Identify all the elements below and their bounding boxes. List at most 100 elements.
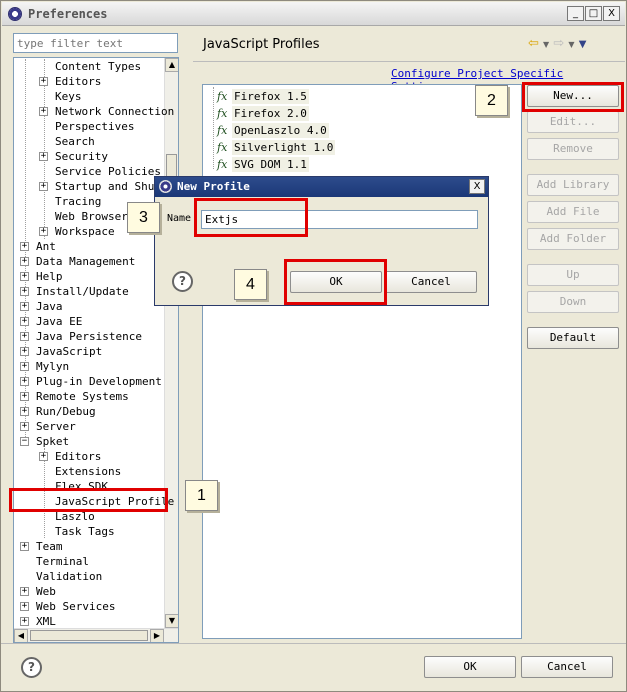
expand-icon[interactable]: + xyxy=(20,602,29,611)
expand-icon[interactable]: + xyxy=(20,407,29,416)
tree-item[interactable]: + Run/Debug xyxy=(14,404,164,419)
tree-item-label: Perspectives xyxy=(55,120,135,133)
dialog-close-button[interactable]: X xyxy=(469,179,485,194)
tree-item[interactable]: + Team xyxy=(14,539,164,554)
tree-item[interactable]: + Data Management xyxy=(14,254,164,269)
tree-item[interactable]: Validation xyxy=(14,569,164,584)
edit-button[interactable]: Edit... xyxy=(527,111,619,133)
expand-icon[interactable]: + xyxy=(20,542,29,551)
profile-label: SVG DOM 1.1 xyxy=(232,157,309,172)
tree-item[interactable]: + XML xyxy=(14,614,164,629)
hscroll-thumb[interactable] xyxy=(30,630,148,641)
expand-icon[interactable]: + xyxy=(20,257,29,266)
tree-item[interactable]: Service Policies xyxy=(14,164,164,179)
tree-item-label: Tracing xyxy=(55,195,102,208)
tree-item[interactable]: + Remote Systems xyxy=(14,389,164,404)
tree-item[interactable]: + Web Services xyxy=(14,599,164,614)
expand-icon[interactable]: + xyxy=(20,392,29,401)
tree-vertical-scrollbar[interactable]: ▲ ▼ xyxy=(164,58,178,628)
tree-item[interactable]: + JavaScript xyxy=(14,344,164,359)
expand-icon[interactable]: + xyxy=(39,227,48,236)
expand-icon[interactable]: + xyxy=(39,152,48,161)
tree-item[interactable]: + Install/Update xyxy=(14,284,164,299)
tree-item[interactable]: + Editors xyxy=(14,74,164,89)
tree-item[interactable]: Extensions xyxy=(14,464,164,479)
expand-icon[interactable]: + xyxy=(39,107,48,116)
scroll-left-arrow-icon[interactable]: ◀ xyxy=(14,629,28,642)
maximize-button[interactable]: □ xyxy=(585,6,602,21)
expand-icon[interactable]: + xyxy=(20,272,29,281)
dropdown-arrow-icon[interactable]: ▼ xyxy=(543,40,549,49)
expand-icon[interactable]: + xyxy=(20,587,29,596)
profile-fx-icon: fx xyxy=(217,107,228,120)
tree-item-label: Keys xyxy=(55,90,82,103)
expand-icon[interactable]: + xyxy=(20,302,29,311)
expand-icon[interactable]: + xyxy=(20,317,29,326)
tree-item[interactable]: + Plug-in Development xyxy=(14,374,164,389)
tree-item[interactable]: + Server xyxy=(14,419,164,434)
profile-label: Firefox 1.5 xyxy=(232,89,309,104)
expand-icon[interactable]: + xyxy=(20,377,29,386)
tree-item[interactable]: + Network Connection xyxy=(14,104,174,119)
filter-input[interactable] xyxy=(14,34,177,52)
expand-icon[interactable]: + xyxy=(20,617,29,626)
tree-item-label: Server xyxy=(36,420,76,433)
add-library-button[interactable]: Add Library xyxy=(527,174,619,196)
tree-horizontal-scrollbar[interactable]: ◀ ▶ xyxy=(14,628,178,642)
add-folder-button[interactable]: Add Folder xyxy=(527,228,619,250)
add-file-button[interactable]: Add File xyxy=(527,201,619,223)
dialog-help-icon[interactable]: ? xyxy=(172,271,193,292)
help-icon[interactable]: ? xyxy=(21,657,42,678)
ok-button[interactable]: OK xyxy=(424,656,516,678)
preference-tree[interactable]: ▲ ▼ Content Types + Editors Keys + Network Co… xyxy=(13,57,179,643)
expand-icon[interactable]: + xyxy=(20,347,29,356)
tree-item[interactable]: Keys xyxy=(14,89,164,104)
close-button[interactable]: X xyxy=(603,6,620,21)
scroll-up-arrow-icon[interactable]: ▲ xyxy=(165,58,178,72)
title-bar[interactable]: Preferences _ □ X xyxy=(2,2,625,26)
up-button[interactable]: Up xyxy=(527,264,619,286)
view-menu-icon[interactable]: ▼ xyxy=(579,39,587,50)
tree-item[interactable]: Terminal xyxy=(14,554,164,569)
tree-item[interactable]: Search xyxy=(14,134,164,149)
tree-item[interactable]: + Mylyn xyxy=(14,359,164,374)
tree-item[interactable]: + Editors xyxy=(14,449,164,464)
list-guide-line xyxy=(213,87,214,169)
tree-item[interactable]: Content Types xyxy=(14,59,164,74)
tree-item[interactable]: + Ant xyxy=(14,239,164,254)
cancel-button[interactable]: Cancel xyxy=(521,656,613,678)
collapse-icon[interactable]: − xyxy=(20,437,29,446)
expand-icon[interactable]: + xyxy=(20,422,29,431)
dialog-cancel-button[interactable]: Cancel xyxy=(385,271,477,293)
tree-item[interactable]: Perspectives xyxy=(14,119,164,134)
filter-field[interactable] xyxy=(13,33,178,53)
tree-item[interactable]: + Startup and Shut xyxy=(14,179,164,194)
scroll-down-arrow-icon[interactable]: ▼ xyxy=(165,614,178,628)
tree-item-label: Content Types xyxy=(55,60,142,73)
tree-item[interactable]: + Java EE xyxy=(14,314,164,329)
tree-item[interactable]: + Web xyxy=(14,584,164,599)
minimize-button[interactable]: _ xyxy=(567,6,584,21)
forward-arrow-icon[interactable]: ⇨ xyxy=(553,36,564,51)
dialog-title-bar[interactable]: New Profile X xyxy=(155,177,488,197)
expand-icon[interactable]: + xyxy=(20,242,29,251)
expand-icon[interactable]: + xyxy=(20,332,29,341)
dropdown-arrow-icon[interactable]: ▼ xyxy=(568,40,574,49)
expand-icon[interactable]: + xyxy=(39,77,48,86)
down-button[interactable]: Down xyxy=(527,291,619,313)
expand-icon[interactable]: + xyxy=(39,182,48,191)
tree-item[interactable]: + Java xyxy=(14,299,164,314)
remove-button[interactable]: Remove xyxy=(527,138,619,160)
tree-item[interactable]: + Java Persistence xyxy=(14,329,164,344)
profile-list[interactable]: fx Firefox 1.5 fx Firefox 2.0 fx OpenLaszlo 4… xyxy=(202,84,522,639)
tree-item[interactable]: − Spket xyxy=(14,434,164,449)
default-button[interactable]: Default xyxy=(527,327,619,349)
expand-icon[interactable]: + xyxy=(20,287,29,296)
tree-item[interactable]: + Help xyxy=(14,269,164,284)
back-arrow-icon[interactable]: ⇦ xyxy=(528,36,539,51)
tree-item[interactable]: + Security xyxy=(14,149,164,164)
expand-icon[interactable]: + xyxy=(39,452,48,461)
scroll-right-arrow-icon[interactable]: ▶ xyxy=(150,629,164,642)
expand-icon[interactable]: + xyxy=(20,362,29,371)
tree-item[interactable]: Task Tags xyxy=(14,524,164,539)
